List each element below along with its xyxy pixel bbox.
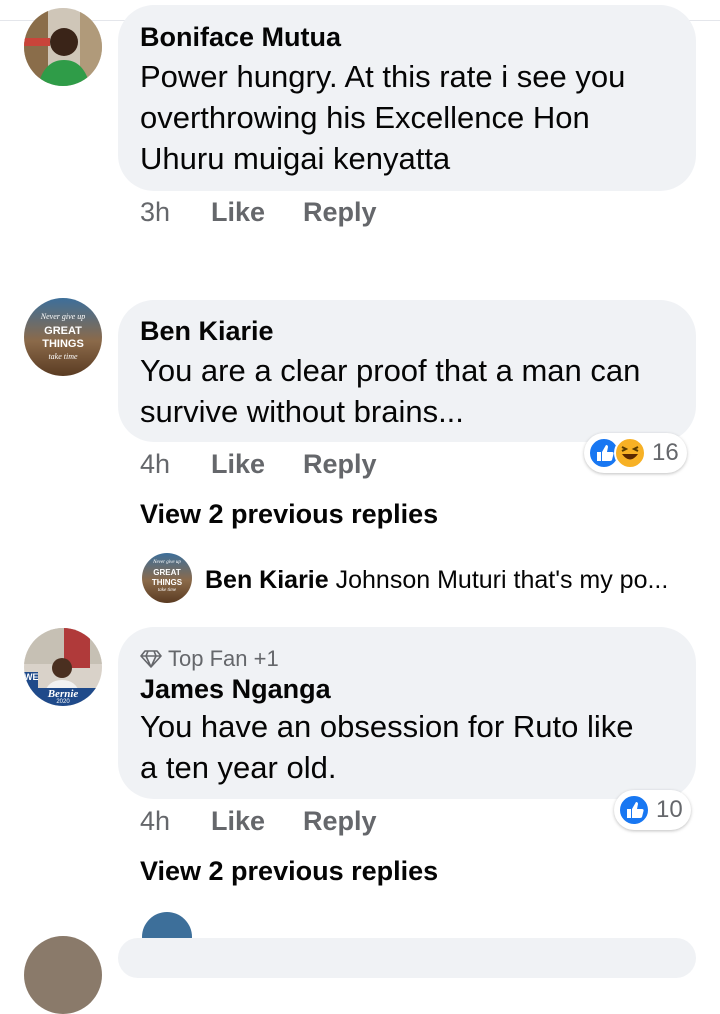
avatar-caption: take time bbox=[48, 352, 78, 361]
comment-text-line: survive without brains... bbox=[140, 394, 464, 429]
comment-text-line: You have an obsession for Ruto like bbox=[140, 709, 634, 744]
comment-text-line: You are a clear proof that a man can bbox=[140, 353, 641, 388]
avatar-caption: Never give up bbox=[153, 560, 181, 565]
reactions-summary[interactable]: 16 bbox=[584, 433, 687, 473]
diamond-icon bbox=[140, 650, 162, 668]
latest-reply[interactable]: Ben Kiarie Johnson Muturi that's my po..… bbox=[205, 566, 668, 595]
comment-time[interactable]: 4h bbox=[140, 449, 170, 480]
avatar-caption: WE bbox=[24, 672, 39, 682]
like-reaction-icon bbox=[618, 794, 650, 826]
haha-reaction-icon bbox=[614, 437, 646, 469]
avatar-caption: GREAT bbox=[44, 325, 82, 337]
like-button[interactable]: Like bbox=[211, 449, 265, 480]
view-previous-replies[interactable]: View 2 previous replies bbox=[140, 856, 438, 887]
comment-text-line: overthrowing his Excellence Hon bbox=[140, 100, 590, 135]
reaction-count: 16 bbox=[652, 439, 679, 466]
comment-text-line: a ten year old. bbox=[140, 750, 337, 785]
like-button[interactable]: Like bbox=[211, 197, 265, 228]
comment-bubble bbox=[118, 938, 696, 978]
comment-text-line: Uhuru muigai kenyatta bbox=[140, 141, 451, 176]
comment-text: You have an obsession for Ruto like a te… bbox=[140, 706, 633, 788]
comment-author[interactable]: James Nganga bbox=[140, 674, 331, 705]
comment-text: You are a clear proof that a man can sur… bbox=[140, 350, 640, 432]
avatar-caption: THINGS bbox=[151, 578, 183, 587]
avatar-caption: 2020 bbox=[56, 699, 70, 705]
reply-author[interactable]: Ben Kiarie bbox=[205, 566, 329, 594]
top-fan-label: Top Fan +1 bbox=[168, 646, 279, 671]
avatar-partial[interactable] bbox=[24, 936, 102, 1014]
avatar-james-nganga[interactable]: WE Bernie 2020 bbox=[24, 628, 102, 706]
avatar-caption: Never give up bbox=[40, 312, 86, 321]
top-fan-badge[interactable]: Top Fan +1 bbox=[140, 646, 279, 672]
comment-author[interactable]: Ben Kiarie bbox=[140, 316, 274, 347]
avatar-caption: THINGS bbox=[42, 338, 84, 350]
avatar-ben-kiarie-reply[interactable]: Never give up GREAT THINGS take time bbox=[142, 553, 192, 603]
comment-time[interactable]: 4h bbox=[140, 806, 170, 837]
avatar-caption: take time bbox=[157, 588, 177, 593]
reaction-count: 10 bbox=[656, 796, 683, 823]
reply-button[interactable]: Reply bbox=[303, 449, 377, 480]
reactions-summary[interactable]: 10 bbox=[614, 790, 691, 830]
comment-author[interactable]: Boniface Mutua bbox=[140, 22, 341, 53]
avatar-caption: GREAT bbox=[153, 568, 181, 577]
comment-text-line: Power hungry. At this rate i see you bbox=[140, 59, 626, 94]
comment-text: Power hungry. At this rate i see you ove… bbox=[140, 56, 625, 179]
reply-button[interactable]: Reply bbox=[303, 197, 377, 228]
avatar-boniface[interactable] bbox=[24, 8, 102, 86]
reply-text: Johnson Muturi that's my po... bbox=[335, 566, 669, 594]
avatar-ben-kiarie[interactable]: Never give up GREAT THINGS take time bbox=[24, 298, 102, 376]
view-previous-replies[interactable]: View 2 previous replies bbox=[140, 499, 438, 530]
like-button[interactable]: Like bbox=[211, 806, 265, 837]
comment-time[interactable]: 3h bbox=[140, 197, 170, 228]
reply-button[interactable]: Reply bbox=[303, 806, 377, 837]
